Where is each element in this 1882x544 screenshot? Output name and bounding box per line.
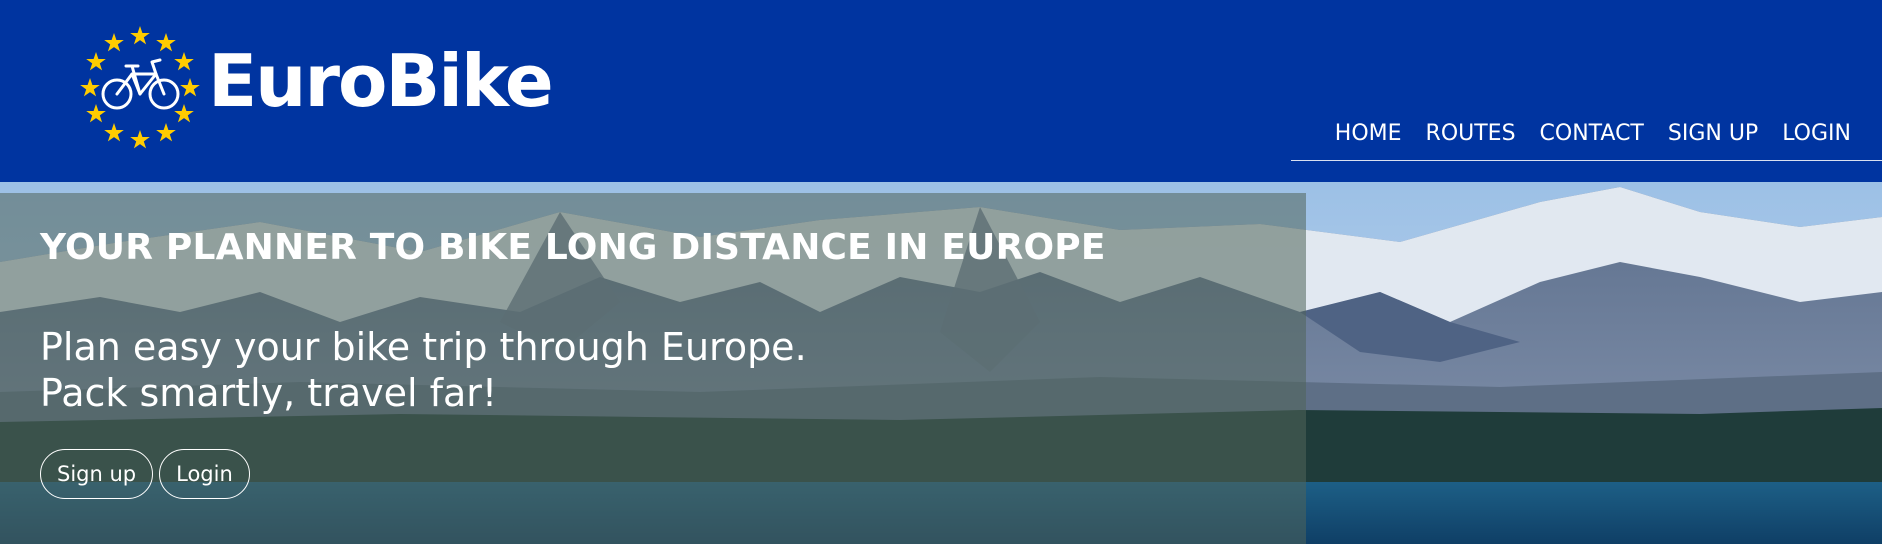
site-header: EuroBike HOME ROUTES CONTACT SIGN UP LOG… (0, 0, 1882, 182)
login-button[interactable]: Login (159, 449, 250, 499)
hero-actions: Sign up Login (40, 449, 250, 499)
sign-up-button[interactable]: Sign up (40, 449, 154, 499)
brand-name[interactable]: EuroBike (208, 36, 554, 126)
hero-lead-text: Plan easy your bike trip through Europe.… (40, 324, 807, 416)
hero-section: YOUR PLANNER TO BIKE LONG DISTANCE IN EU… (0, 182, 1882, 544)
nav-item-contact[interactable]: CONTACT (1540, 118, 1644, 150)
hero-lead-line-2: Pack smartly, travel far! (40, 371, 498, 415)
nav-item-home[interactable]: HOME (1335, 118, 1402, 150)
nav-underline (1291, 160, 1882, 161)
hero-lead-line-1: Plan easy your bike trip through Europe. (40, 325, 807, 369)
nav-item-login[interactable]: LOGIN (1782, 118, 1851, 150)
hero-tagline: YOUR PLANNER TO BIKE LONG DISTANCE IN EU… (40, 227, 1106, 268)
eu-stars-bicycle-logo-icon[interactable] (80, 22, 200, 152)
nav-item-sign-up[interactable]: SIGN UP (1668, 118, 1758, 150)
main-nav: HOME ROUTES CONTACT SIGN UP LOGIN (1335, 118, 1851, 150)
nav-item-routes[interactable]: ROUTES (1426, 118, 1516, 150)
